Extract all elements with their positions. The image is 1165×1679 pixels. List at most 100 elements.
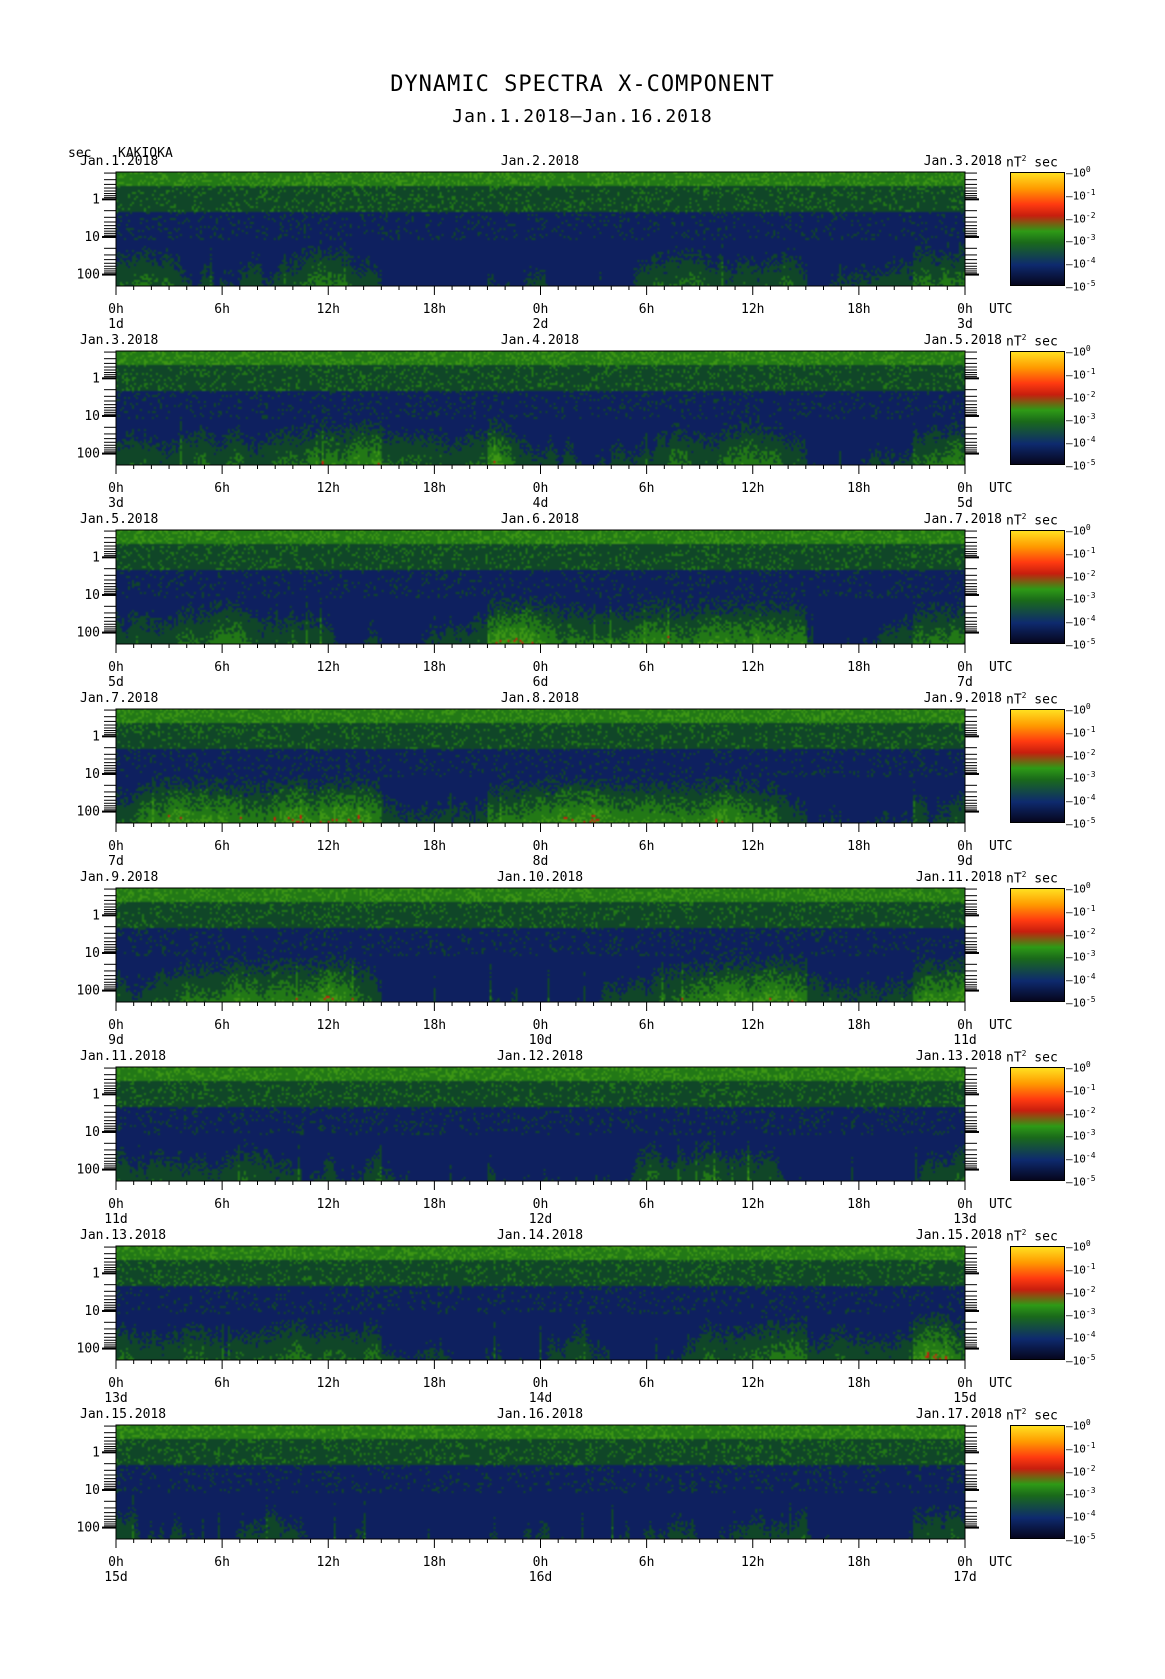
panel-axes: 1 10 100 0h 6h 12h 18h 0h 6h 12h 18h 0h UTC 3d 4d 5d [77,350,1012,511]
colorbar-tick-label: –10-2 [1066,1284,1096,1300]
colorbar-tick-label: –10-3 [1066,1128,1096,1144]
spectra-panel: Jan.3.2018 Jan.4.2018 Jan.5.2018 nT2 sec 1 10… [0,333,1165,517]
x-tick-label: 0h [957,660,973,675]
day-label: 2d [533,317,549,332]
y-tick-label: 100 [77,1521,100,1536]
colorbar-tick-label: –10-4 [1066,614,1096,629]
x-tick-label: 0h [957,481,973,496]
colorbar-tick-label: –10-4 [1066,1330,1096,1345]
colorbar-tick-label: –10-1 [1066,366,1096,382]
x-tick-label: 0h [108,1197,124,1212]
colorbar-tick-label: –10-1 [1066,724,1096,740]
colorbar-tick-label: –100 [1066,881,1091,896]
y-tick-label: 1 [92,371,100,386]
colorbar-tick-label: –10-5 [1066,1532,1096,1547]
x-tick-label: 0h [533,1376,549,1391]
x-tick-label: 6h [639,660,655,675]
y-tick-label: 100 [77,1342,100,1357]
x-tick-label: 12h [317,1197,340,1212]
x-tick-label: 0h [957,1018,973,1033]
x-unit-label: UTC [989,481,1012,496]
x-tick-label: 12h [741,1197,764,1212]
colorbar-tick-label: –10-4 [1066,793,1096,808]
plot-frame [115,529,966,645]
colorbar [1010,530,1065,644]
x-tick-label: 12h [317,660,340,675]
x-tick-label: 12h [741,1555,764,1570]
panel-axes: 1 10 100 0h 6h 12h 18h 0h 6h 12h 18h 0h UTC 9d 10d 11d [77,887,1012,1048]
x-tick-label: 6h [639,1376,655,1391]
colorbar-tick-label: –10-3 [1066,591,1096,607]
day-label: 16d [529,1570,552,1585]
y-tick-label: 10 [84,1125,100,1140]
y-tick-label: 10 [84,409,100,424]
x-tick-label: 12h [741,1018,764,1033]
x-tick-label: 0h [533,839,549,854]
x-tick-label: 12h [741,302,764,317]
day-label: 5d [108,675,124,690]
x-tick-label: 18h [847,660,870,675]
x-tick-label: 6h [639,1018,655,1033]
y-tick-label: 1 [92,729,100,744]
spectra-panel: Jan.1.2018 Jan.2.2018 Jan.3.2018 nT2 sec 1 10… [0,154,1165,338]
y-tick-label: 1 [92,550,100,565]
y-tick-label: 10 [84,230,100,245]
x-tick-label: 18h [847,839,870,854]
colorbar-tick-label: –10-2 [1066,747,1096,763]
y-tick-label: 1 [92,908,100,923]
colorbar-tick-label: –10-2 [1066,568,1096,584]
x-tick-label: 0h [108,1018,124,1033]
colorbar [1010,1067,1065,1181]
y-tick-label: 10 [84,767,100,782]
x-tick-label: 6h [214,660,230,675]
colorbar-tick-label: –10-3 [1066,949,1096,965]
colorbar-tick-label: –10-3 [1066,412,1096,428]
x-tick-label: 18h [423,1197,446,1212]
x-tick-label: 6h [214,839,230,854]
day-label: 9d [957,854,973,869]
day-label: 15d [104,1570,127,1585]
y-tick-label: 100 [77,268,100,283]
panel-axes: 1 10 100 0h 6h 12h 18h 0h 6h 12h 18h 0h UTC 13d 14d 15d [77,1245,1012,1406]
spectra-panel: Jan.5.2018 Jan.6.2018 Jan.7.2018 nT2 sec 1 10… [0,512,1165,696]
colorbar [1010,1425,1065,1539]
colorbar-tick-label: –10-5 [1066,637,1096,652]
y-tick-label: 1 [92,1087,100,1102]
colorbar-tick-label: –10-5 [1066,458,1096,473]
day-label: 15d [953,1391,976,1406]
x-tick-label: 18h [423,302,446,317]
y-tick-label: 10 [84,946,100,961]
x-tick-label: 0h [957,1555,973,1570]
x-tick-label: 0h [108,839,124,854]
day-label: 4d [533,496,549,511]
x-tick-label: 12h [317,481,340,496]
y-tick-label: 100 [77,626,100,641]
day-label: 11d [104,1212,127,1227]
day-label: 17d [953,1570,976,1585]
x-tick-label: 0h [108,1376,124,1391]
colorbar-tick-label: –10-2 [1066,389,1096,405]
x-tick-label: 0h [108,660,124,675]
colorbar-tick-label: –100 [1066,1060,1091,1075]
y-tick-label: 1 [92,1266,100,1281]
x-tick-label: 12h [317,1018,340,1033]
x-tick-label: 18h [847,481,870,496]
colorbar-tick-label: –10-4 [1066,435,1096,450]
day-label: 3d [108,496,124,511]
plot-frame [115,350,966,466]
x-tick-label: 12h [741,839,764,854]
x-tick-label: 18h [847,1197,870,1212]
plot-frame [115,171,966,287]
colorbar-tick-label: –10-5 [1066,816,1096,831]
y-tick-label: 100 [77,805,100,820]
x-unit-label: UTC [989,1018,1012,1033]
day-label: 7d [108,854,124,869]
colorbar-tick-label: –100 [1066,1418,1091,1433]
panel-axes: 1 10 100 0h 6h 12h 18h 0h 6h 12h 18h 0h UTC 5d 6d 7d [77,529,1012,690]
y-tick-label: 1 [92,1445,100,1460]
x-unit-label: UTC [989,1555,1012,1570]
panel-axes: 1 10 100 0h 6h 12h 18h 0h 6h 12h 18h 0h UTC 7d 8d 9d [77,708,1012,869]
day-label: 11d [953,1033,976,1048]
spectra-panel: Jan.7.2018 Jan.8.2018 Jan.9.2018 nT2 sec 1 10… [0,691,1165,875]
x-unit-label: UTC [989,1376,1012,1391]
